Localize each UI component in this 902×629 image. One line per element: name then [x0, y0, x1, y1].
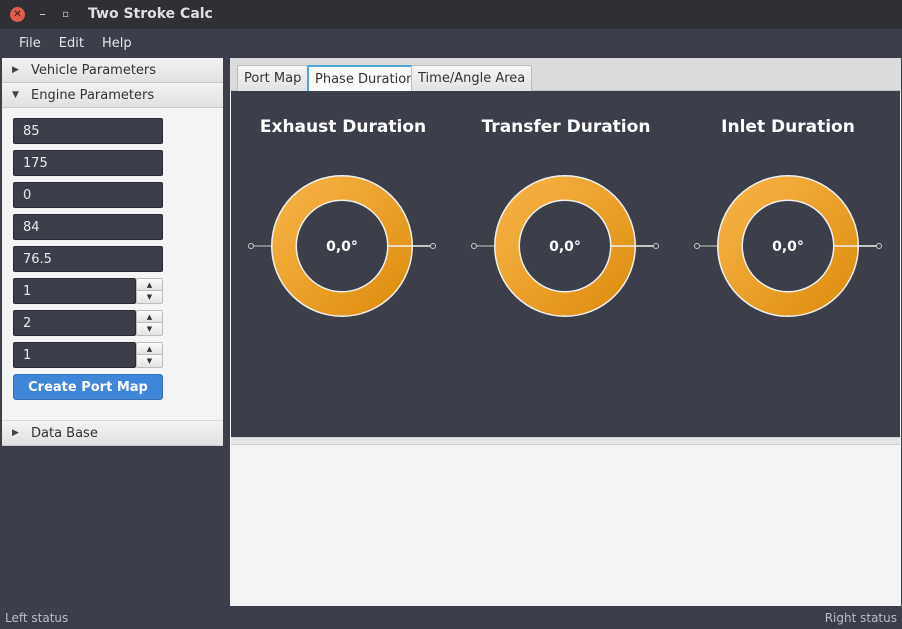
split-divider[interactable] — [231, 437, 900, 445]
chevron-right-icon: ▶ — [12, 65, 19, 75]
dial-exhaust[interactable]: 0,0° — [248, 175, 436, 317]
maximize-icon[interactable]: ▫ — [58, 7, 73, 22]
phase-duration-panel: Exhaust Duration Transfer Duration Inlet… — [231, 91, 900, 437]
spin-down-icon[interactable]: ▼ — [136, 355, 163, 368]
spinner-field-2[interactable]: 2 — [13, 310, 136, 336]
dial-value-inlet: 0,0° — [772, 239, 804, 255]
chevron-right-icon: ▶ — [12, 428, 19, 438]
lower-pane — [231, 445, 900, 606]
dial-inlet[interactable]: 0,0° — [694, 175, 882, 317]
spin-up-icon[interactable]: ▲ — [136, 278, 163, 291]
dial-end-handle — [653, 243, 659, 249]
spin-down-icon[interactable]: ▼ — [136, 291, 163, 304]
engine-field-1[interactable]: 85 — [13, 118, 163, 144]
spinner-field-3[interactable]: 1 — [13, 342, 136, 368]
engine-parameters-panel: 85 175 0 84 76.5 1 ▲ ▼ 2 ▲ ▼ 1 ▲ ▼ Creat… — [2, 108, 223, 421]
status-right: Right status — [824, 611, 897, 625]
menu-bar: File Edit Help — [0, 29, 902, 57]
menu-file[interactable]: File — [10, 36, 50, 51]
dials-svg: 0,0° 0,0° 0,0° — [248, 175, 882, 317]
dial-end-handle — [876, 243, 882, 249]
spin-down-icon[interactable]: ▼ — [136, 323, 163, 336]
sidebar: ▶ Vehicle Parameters ▼ Engine Parameters… — [2, 58, 223, 606]
create-port-map-button[interactable]: Create Port Map — [13, 374, 163, 400]
close-icon[interactable]: ✕ — [10, 7, 25, 22]
spinner-buttons-3: ▲ ▼ — [136, 342, 163, 368]
accordion-label: Engine Parameters — [31, 87, 155, 103]
status-bar: Left status Right status — [0, 607, 902, 629]
spinner-buttons-1: ▲ ▼ — [136, 278, 163, 304]
spin-up-icon[interactable]: ▲ — [136, 310, 163, 323]
spin-up-icon[interactable]: ▲ — [136, 342, 163, 355]
accordion-data-base[interactable]: ▶ Data Base — [2, 421, 223, 446]
main-pane: Port Map Phase Duration Time/Angle Area … — [230, 58, 901, 606]
dial-start-handle — [248, 243, 254, 249]
dial-value-exhaust: 0,0° — [326, 239, 358, 255]
engine-field-5[interactable]: 76.5 — [13, 246, 163, 272]
tab-bar: Port Map Phase Duration Time/Angle Area — [230, 58, 901, 91]
dial-transfer[interactable]: 0,0° — [471, 175, 659, 317]
engine-field-4[interactable]: 84 — [13, 214, 163, 240]
engine-field-2[interactable]: 175 — [13, 150, 163, 176]
engine-field-3[interactable]: 0 — [13, 182, 163, 208]
dial-start-handle — [694, 243, 700, 249]
menu-edit[interactable]: Edit — [50, 36, 93, 51]
menu-help[interactable]: Help — [93, 36, 141, 51]
tab-phase-duration[interactable]: Phase Duration — [307, 65, 423, 91]
accordion-vehicle-parameters[interactable]: ▶ Vehicle Parameters — [2, 58, 223, 83]
spinner-field-1[interactable]: 1 — [13, 278, 136, 304]
accordion-engine-parameters[interactable]: ▼ Engine Parameters — [2, 83, 223, 108]
title-bar: ✕ – ▫ Two Stroke Calc — [0, 0, 902, 29]
dial-start-handle — [471, 243, 477, 249]
tab-port-map[interactable]: Port Map — [237, 65, 309, 91]
chevron-down-icon: ▼ — [12, 90, 19, 100]
spinner-buttons-2: ▲ ▼ — [136, 310, 163, 336]
dial-value-transfer: 0,0° — [549, 239, 581, 255]
tab-time-angle-area[interactable]: Time/Angle Area — [411, 65, 533, 91]
accordion-label: Data Base — [31, 425, 98, 441]
window-title: Two Stroke Calc — [88, 6, 213, 22]
minimize-icon[interactable]: – — [35, 7, 50, 22]
status-left: Left status — [5, 611, 69, 625]
accordion-label: Vehicle Parameters — [31, 62, 157, 78]
dial-end-handle — [430, 243, 436, 249]
